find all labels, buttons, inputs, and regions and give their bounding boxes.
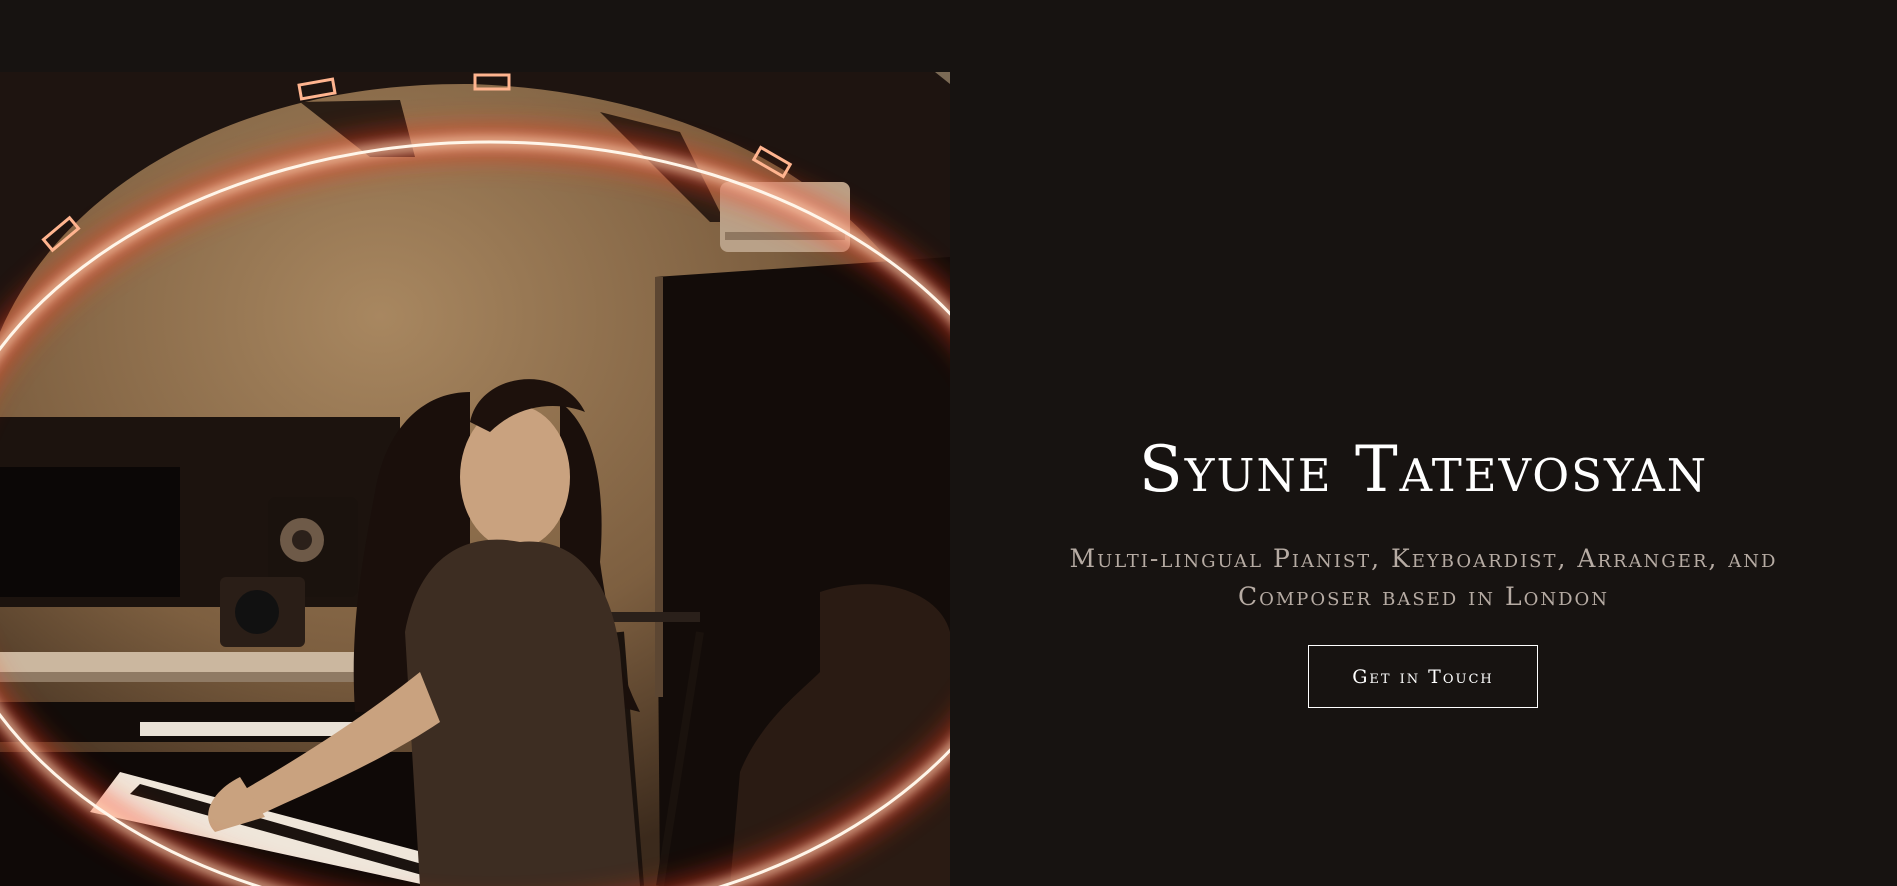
studio-photo-illustration — [0, 72, 950, 886]
hero-subtitle: Multi-lingual Pianist, Keyboardist, Arra… — [1069, 544, 1778, 611]
monitor-screen — [0, 467, 180, 597]
hero-photo — [0, 72, 950, 886]
get-in-touch-button[interactable]: Get in Touch — [1308, 645, 1538, 708]
page-title: Syune Tatevosyan — [1138, 433, 1709, 507]
hero-text-panel: Syune Tatevosyan Multi-lingual Pianist, … — [950, 0, 1897, 886]
desk — [0, 652, 360, 672]
